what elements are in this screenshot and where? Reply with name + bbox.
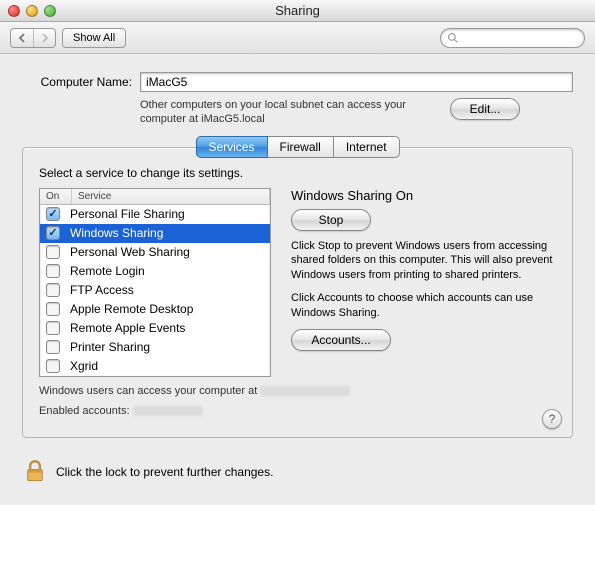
computer-name-hint: Other computers on your local subnet can… [140,98,440,127]
search-icon [447,32,459,44]
service-checkbox[interactable] [46,359,60,373]
service-checkbox[interactable] [46,340,60,354]
service-label: Apple Remote Desktop [70,302,193,316]
services-prompt: Select a service to change its settings. [39,166,556,180]
nav-group [10,28,56,48]
service-label: Remote Login [70,264,145,278]
lock-row: Click the lock to prevent further change… [0,444,595,505]
footer-accounts-line: Enabled accounts: [39,405,556,417]
detail-desc-2: Click Accounts to choose which accounts … [291,291,556,321]
show-all-button[interactable]: Show All [62,28,126,48]
redacted-accounts [133,406,203,416]
content: Computer Name: Other computers on your l… [0,54,595,444]
service-label: Personal File Sharing [70,207,185,221]
service-row[interactable]: Windows Sharing [40,224,270,243]
service-row[interactable]: Remote Login [40,262,270,281]
col-header-on[interactable]: On [40,189,72,204]
service-checkbox[interactable] [46,226,60,240]
col-header-service[interactable]: Service [72,189,270,204]
footer-access-line: Windows users can access your computer a… [39,385,556,397]
service-row[interactable]: Remote Apple Events [40,319,270,338]
service-checkbox[interactable] [46,207,60,221]
help-button[interactable]: ? [542,409,562,429]
service-label: Remote Apple Events [70,321,185,335]
back-button[interactable] [11,29,33,47]
tab-firewall[interactable]: Firewall [267,136,333,158]
service-row[interactable]: Printer Sharing [40,338,270,357]
chevron-right-icon [40,33,50,43]
service-label: Personal Web Sharing [70,245,190,259]
service-label: FTP Access [70,283,134,297]
computer-name-field[interactable] [140,72,573,92]
stop-button[interactable]: Stop [291,209,371,231]
accounts-button[interactable]: Accounts... [291,329,391,351]
tab-internet[interactable]: Internet [334,136,400,158]
service-checkbox[interactable] [46,264,60,278]
service-checkbox[interactable] [46,245,60,259]
computer-name-hint-row: Other computers on your local subnet can… [140,98,573,127]
computer-name-label: Computer Name: [22,75,132,89]
service-row[interactable]: Apple Remote Desktop [40,300,270,319]
detail-title: Windows Sharing On [291,188,556,203]
window-title: Sharing [0,3,595,18]
lock-text: Click the lock to prevent further change… [56,465,273,479]
detail-desc-1: Click Stop to prevent Windows users from… [291,239,556,284]
service-row[interactable]: Personal File Sharing [40,205,270,224]
service-label: Windows Sharing [70,226,163,240]
tab-group: Services Firewall Internet [195,136,399,158]
service-label: Printer Sharing [70,340,150,354]
service-row[interactable]: Personal Web Sharing [40,243,270,262]
service-detail: Windows Sharing On Stop Click Stop to pr… [291,188,556,377]
edit-button[interactable]: Edit... [450,98,520,120]
tab-services[interactable]: Services [195,136,267,158]
lock-icon[interactable] [22,458,48,487]
service-row[interactable]: Xgrid [40,357,270,376]
computer-name-row: Computer Name: [22,72,573,92]
services-groupbox: Services Firewall Internet Select a serv… [22,147,573,438]
service-row[interactable]: FTP Access [40,281,270,300]
forward-button[interactable] [33,29,55,47]
list-header: On Service [40,189,270,205]
chevron-left-icon [17,33,27,43]
service-label: Xgrid [70,359,98,373]
service-checkbox[interactable] [46,283,60,297]
redacted-address [260,386,350,396]
services-list[interactable]: On Service Personal File Sharing Windows … [39,188,271,377]
service-checkbox[interactable] [46,302,60,316]
service-checkbox[interactable] [46,321,60,335]
search-input[interactable] [440,28,585,48]
titlebar: Sharing [0,0,595,22]
toolbar: Show All [0,22,595,54]
